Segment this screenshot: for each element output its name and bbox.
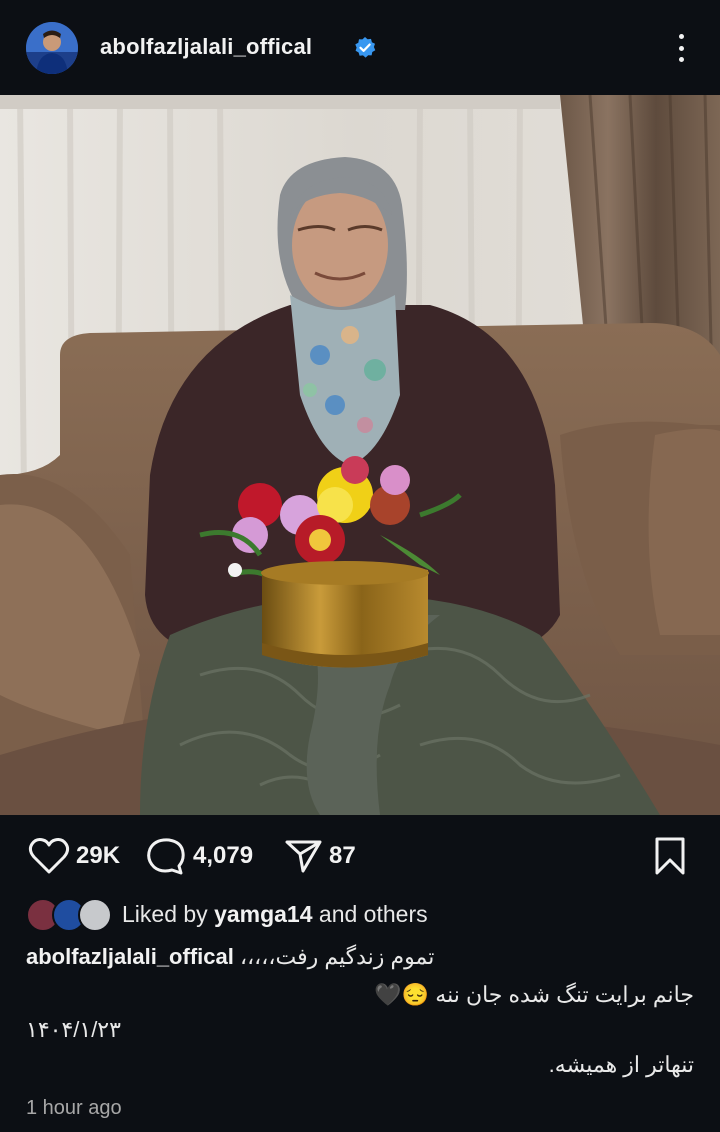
avatar [78,898,112,932]
liked-by-suffix: and others [318,900,428,927]
liked-by-prefix: Liked by [122,900,208,927]
post-photo[interactable] [0,95,720,815]
verified-badge-icon [353,36,377,60]
profile-avatar[interactable] [26,22,78,74]
liked-by-row[interactable]: Liked by yamga14 and others [26,896,428,932]
caption-username[interactable]: abolfazljalali_offical [26,944,234,969]
more-dot [678,57,684,62]
like-button[interactable]: 29K [28,836,120,876]
share-button[interactable]: 87 [283,836,356,876]
post-username[interactable]: abolfazljalali_offical [100,34,312,60]
comment-count[interactable]: 4,079 [193,842,253,870]
bookmark-icon [655,837,685,875]
comment-icon [147,838,185,875]
caption-line-3: تنهاتر از همیشه. [548,1052,694,1077]
heart-icon [28,838,70,874]
caption-line-2: جانم برایت تنگ شده جان ننه [435,982,694,1007]
post-timestamp: 1 hour ago [26,1097,122,1119]
save-button[interactable] [652,836,688,876]
more-options-button[interactable] [664,30,698,66]
send-icon [285,840,322,873]
caption-line-1: تموم زندگیم رفت،،،،، [239,944,435,969]
caption-first-line: abolfazljalali_offical تموم زندگیم رفت،،… [26,944,434,970]
liked-by-text: Liked by yamga14 and others [122,901,428,928]
caption-second-line: 🖤😔 جانم برایت تنگ شده جان ننه [374,982,694,1008]
caption-emoji: 🖤😔 [374,982,430,1007]
liked-by-user[interactable]: yamga14 [214,901,312,927]
post-actions: 29K 4,079 87 [0,828,720,884]
more-dot [678,34,684,39]
post-header: abolfazljalali_offical [0,0,720,95]
liked-by-avatars [26,897,112,932]
like-count[interactable]: 29K [76,842,120,870]
share-count[interactable]: 87 [329,842,356,870]
caption-date: ۱۴۰۴/۱/۲۳ [26,1017,121,1042]
comment-button[interactable]: 4,079 [145,836,253,876]
more-dot [678,45,684,51]
